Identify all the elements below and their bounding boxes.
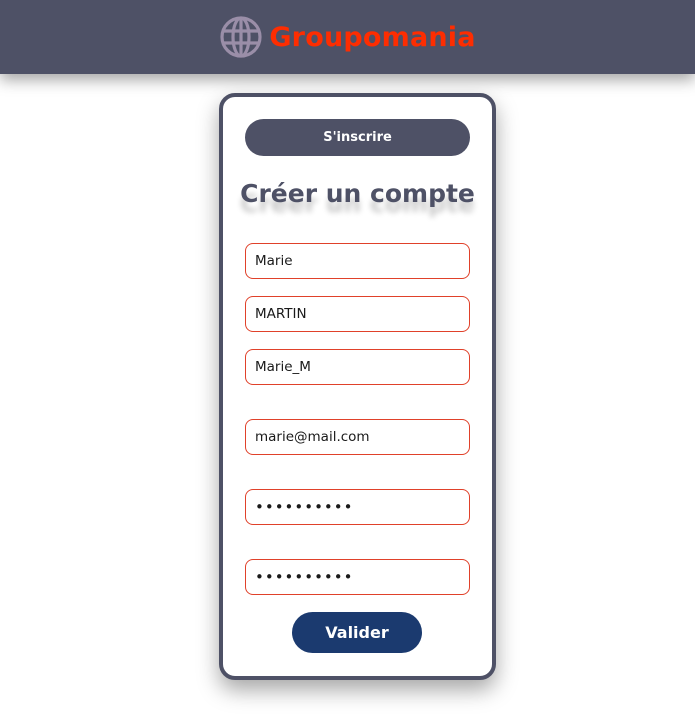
- signup-button[interactable]: S'inscrire: [245, 119, 470, 156]
- globe-icon: [220, 16, 262, 58]
- brand[interactable]: Groupomania: [219, 15, 475, 59]
- signup-card: S'inscrire Créer un compte Valider: [219, 93, 496, 680]
- password-input[interactable]: [245, 489, 470, 525]
- submit-button[interactable]: Valider: [292, 612, 422, 653]
- form-title: Créer un compte: [240, 179, 475, 208]
- brand-name: Groupomania: [269, 21, 476, 53]
- password-confirm-input[interactable]: [245, 559, 470, 595]
- last-name-input[interactable]: [245, 296, 470, 332]
- username-input[interactable]: [245, 349, 470, 385]
- first-name-input[interactable]: [245, 243, 470, 279]
- app-header: Groupomania: [0, 0, 695, 74]
- email-input[interactable]: [245, 419, 470, 455]
